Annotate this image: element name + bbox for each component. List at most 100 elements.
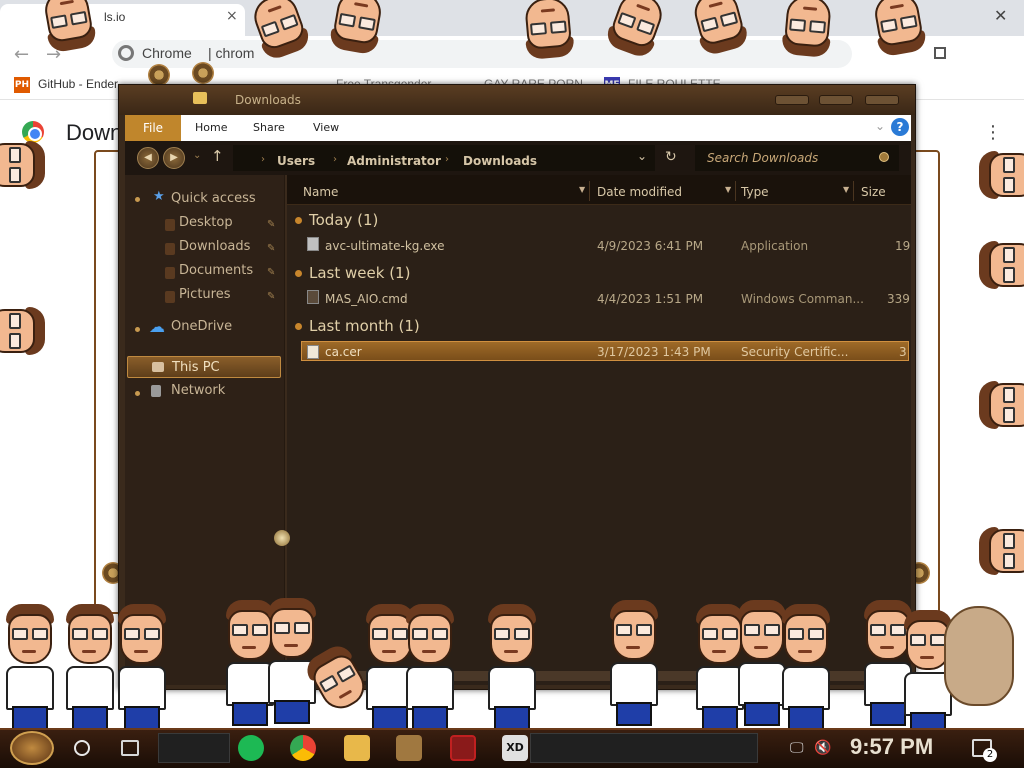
xd-app-icon[interactable]: XD	[502, 735, 528, 761]
back-button[interactable]: ◀	[137, 147, 159, 169]
sidebar-item-this-pc[interactable]: This PC	[127, 356, 281, 378]
ribbon-tab-share[interactable]: Share	[253, 121, 285, 134]
breadcrumb-downloads[interactable]: Downloads	[463, 154, 537, 168]
column-header-type[interactable]: Type	[741, 185, 769, 199]
explorer-titlebar[interactable]: Downloads	[119, 85, 915, 115]
sidebar-item-network[interactable]: Network	[171, 383, 225, 398]
ribbon-tab-home[interactable]: Home	[195, 121, 227, 134]
column-headers: Name ▼ Date modified ▼ Type ▼ Size	[287, 175, 911, 205]
column-header-date[interactable]: Date modified	[597, 185, 682, 199]
search-placeholder: Search Downloads	[707, 151, 819, 165]
pin-icon[interactable]: ✎	[267, 267, 275, 278]
cartoon-face-icon	[777, 0, 839, 58]
column-sort-icon[interactable]: ▼	[725, 185, 731, 194]
group-expand-icon[interactable]	[295, 217, 302, 224]
recent-dropdown-icon[interactable]: ⌄	[193, 150, 201, 161]
file-name[interactable]: avc-ultimate-kg.exe	[325, 239, 445, 253]
cartoon-character-icon	[482, 604, 542, 732]
cartoon-face-icon	[0, 137, 45, 193]
ribbon-tabs: File Home Share View ⌄ ?	[125, 115, 911, 141]
ribbon-tab-file[interactable]: File	[125, 115, 181, 141]
group-expand-icon[interactable]	[295, 270, 302, 277]
column-divider[interactable]	[853, 181, 854, 201]
group-header-today[interactable]: Today (1)	[309, 211, 378, 229]
file-name[interactable]: ca.cer	[325, 345, 362, 359]
address-dropdown-icon[interactable]: ⌄	[637, 149, 647, 163]
nav-bullet-icon	[135, 197, 140, 202]
forward-button[interactable]: ▶	[163, 147, 185, 169]
group-header-last-month[interactable]: Last month (1)	[309, 317, 420, 335]
file-date: 4/9/2023 6:41 PM	[597, 239, 704, 253]
group-expand-icon[interactable]	[295, 323, 302, 330]
breadcrumb[interactable]: › Users › Administrator › Downloads	[233, 145, 655, 171]
refresh-icon[interactable]: ↻	[665, 149, 677, 165]
explorer-title: Downloads	[235, 93, 301, 107]
cartoon-character-icon	[0, 604, 60, 732]
column-header-size[interactable]: Size	[861, 185, 886, 199]
volume-muted-icon[interactable]: 🔇	[814, 740, 831, 756]
network-icon[interactable]: 🖵	[790, 740, 804, 756]
close-button[interactable]	[865, 95, 899, 105]
column-sort-icon[interactable]: ▼	[579, 185, 585, 194]
minimize-button[interactable]	[775, 95, 809, 105]
omnibox-site-label: Chrome	[142, 45, 192, 61]
certificate-icon	[307, 345, 319, 359]
chrome-icon[interactable]	[290, 735, 316, 761]
file-explorer-icon[interactable]	[344, 735, 370, 761]
sidebar-item-documents[interactable]: Documents	[179, 263, 253, 278]
sidebar-item-desktop[interactable]: Desktop	[179, 215, 233, 230]
task-view-icon[interactable]	[121, 740, 139, 756]
cartoon-face-icon	[0, 303, 45, 359]
cloud-icon: ☁	[149, 317, 165, 336]
extension-icon[interactable]	[934, 47, 946, 59]
bookmark-github[interactable]: GitHub - Ender	[38, 77, 118, 91]
nav-bullet-icon	[135, 327, 140, 332]
gear-icon	[148, 64, 170, 86]
window-close-icon[interactable]: ✕	[994, 6, 1007, 25]
more-menu-icon[interactable]: ⋮	[984, 122, 1002, 143]
search-input[interactable]: Search Downloads	[695, 145, 899, 171]
taskbar-clock[interactable]: 9:57 PM	[850, 734, 933, 760]
spotify-icon[interactable]	[238, 735, 264, 761]
up-arrow-icon[interactable]: ↑	[211, 147, 224, 165]
cartoon-face-icon	[979, 523, 1024, 579]
pin-icon[interactable]: ✎	[267, 219, 275, 230]
help-icon[interactable]: ?	[891, 118, 909, 136]
group-header-last-week[interactable]: Last week (1)	[309, 264, 410, 282]
sidebar-item-quick-access[interactable]: Quick access	[171, 191, 256, 206]
column-divider[interactable]	[735, 181, 736, 201]
breadcrumb-users[interactable]: Users	[277, 154, 315, 168]
browser-tab-title: ls.io	[104, 10, 126, 24]
start-button[interactable]	[10, 731, 54, 765]
breadcrumb-separator: ›	[333, 154, 337, 165]
back-arrow-icon[interactable]: ←	[14, 44, 29, 65]
pin-icon[interactable]: ✎	[267, 291, 275, 302]
column-header-name[interactable]: Name	[303, 185, 338, 199]
sidebar-item-onedrive[interactable]: OneDrive	[171, 319, 232, 334]
game-app-icon[interactable]	[396, 735, 422, 761]
column-sort-icon[interactable]: ▼	[843, 185, 849, 194]
breadcrumb-administrator[interactable]: Administrator	[347, 154, 441, 168]
maximize-button[interactable]	[819, 95, 853, 105]
sidebar-item-label: This PC	[172, 360, 220, 375]
star-icon: ★	[153, 189, 165, 204]
pin-icon[interactable]: ✎	[267, 243, 275, 254]
file-type: Security Certific...	[741, 345, 849, 359]
search-icon[interactable]	[879, 152, 889, 162]
omnibox-url-text[interactable]: | chrom	[208, 45, 254, 61]
ribbon-expand-icon[interactable]: ⌄	[875, 119, 885, 133]
column-divider[interactable]	[589, 181, 590, 201]
video-app-icon[interactable]	[450, 735, 476, 761]
cartoon-face-icon	[517, 0, 579, 60]
file-name[interactable]: MAS_AIO.cmd	[325, 292, 408, 306]
cartoon-face-icon	[979, 377, 1024, 433]
sidebar-item-downloads[interactable]: Downloads	[179, 239, 250, 254]
cursor-icon	[274, 530, 290, 546]
cartoon-character-icon	[604, 600, 664, 728]
ribbon-tab-view[interactable]: View	[313, 121, 339, 134]
tab-close-icon[interactable]: ×	[226, 8, 238, 24]
sidebar-item-pictures[interactable]: Pictures	[179, 287, 230, 302]
pictures-icon	[165, 291, 175, 303]
search-icon[interactable]	[74, 740, 90, 756]
gear-icon	[192, 62, 214, 84]
